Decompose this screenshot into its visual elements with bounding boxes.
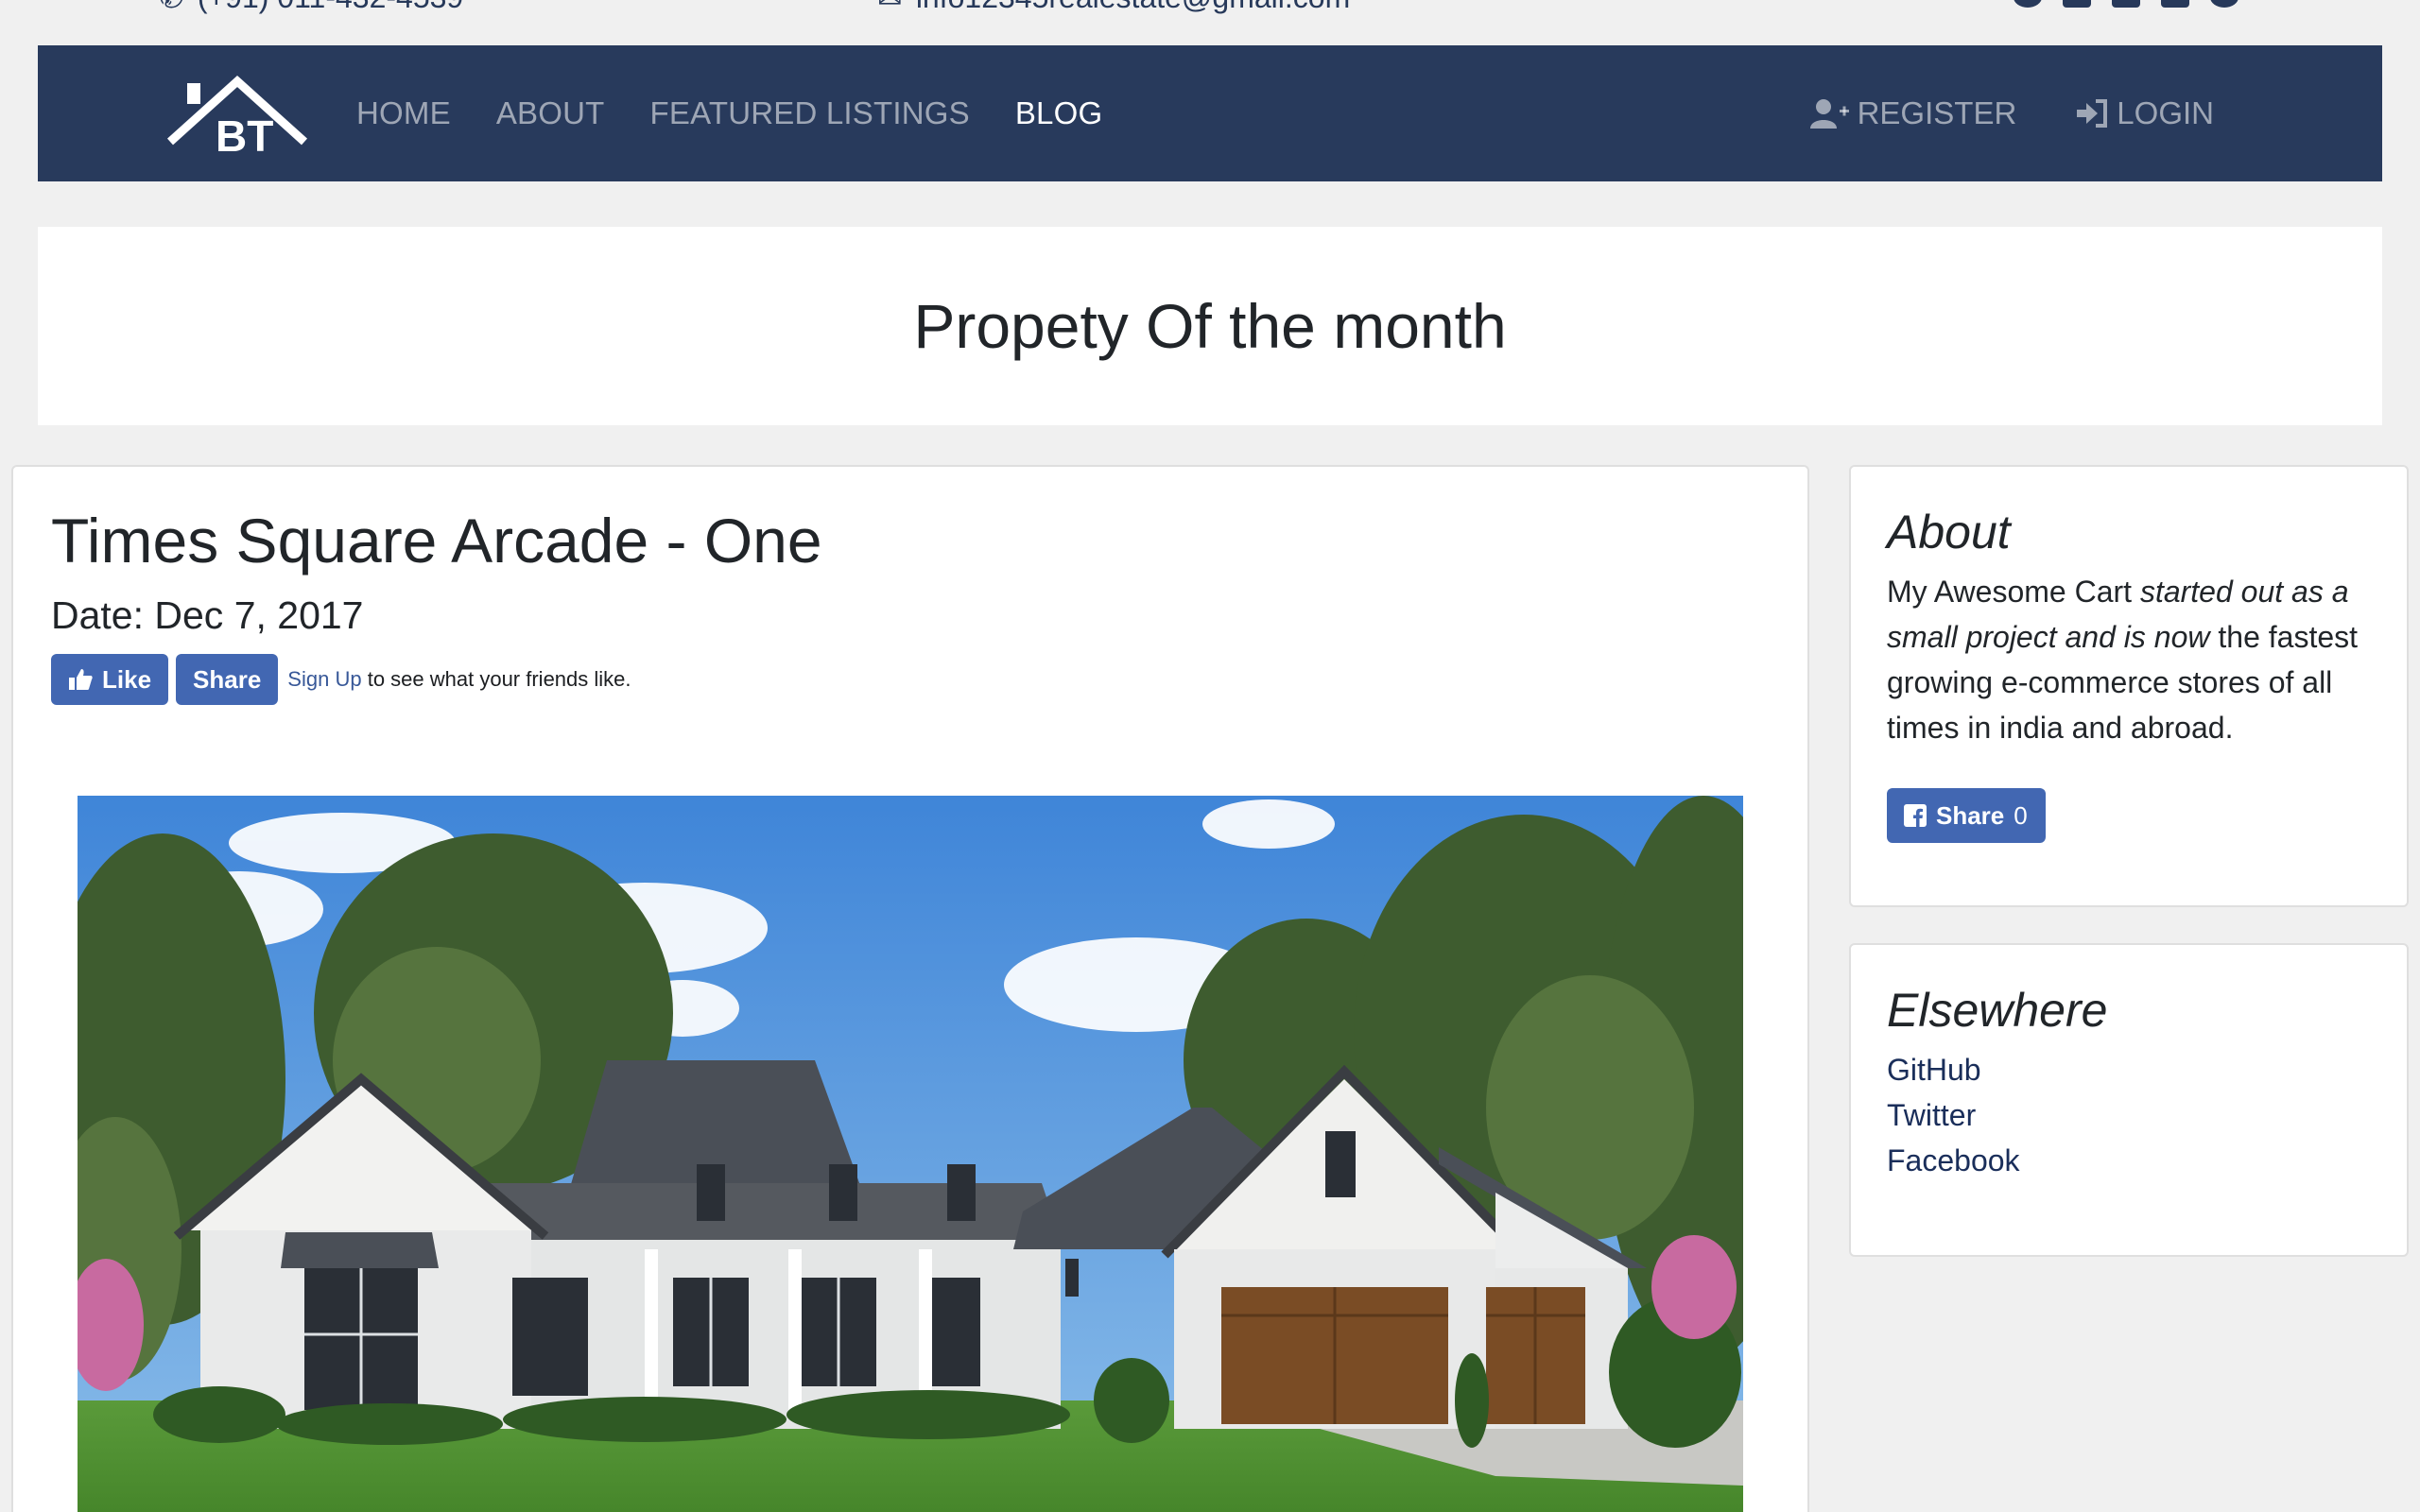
sign-in-icon [2077,99,2108,128]
login-link[interactable]: LOGIN [2075,95,2214,131]
elsewhere-card: Elsewhere GitHub Twitter Facebook [1849,943,2409,1257]
nav-about[interactable]: ABOUT [496,95,605,131]
phone-icon: ✆ [159,0,184,15]
facebook-icon [1904,804,1927,827]
blog-post-card: Times Square Arcade - One Date: Dec 7, 2… [11,465,1809,1512]
elsewhere-heading: Elsewhere [1887,984,2108,1037]
twitter-link[interactable]: Twitter [1887,1092,2371,1138]
instagram-icon[interactable] [2161,0,2189,8]
fb-signup-text: to see what your friends like. [367,667,631,691]
register-label: REGISTER [1857,95,2017,130]
phone-contact: ✆ (+91) 011-432-4539 [159,0,463,15]
facebook-like-widget: Like Share Sign Up to see what your frie… [51,654,631,705]
logo-text: BT [216,112,273,153]
social-links [2014,0,2238,8]
main-navbar: BT HOME ABOUT FEATURED LISTINGS BLOG REG… [38,45,2382,181]
nav-featured-listings[interactable]: FEATURED LISTINGS [650,95,970,131]
nav-home[interactable]: HOME [356,95,451,131]
fb-like-label: Like [102,664,152,694]
fb-share-count: 0 [2014,800,2028,830]
fb-share-label: Share [1936,800,2005,830]
fb-share-label: Share [193,664,262,694]
site-logo[interactable]: BT [166,74,308,153]
property-image [78,796,1743,1512]
fb-share-button[interactable]: Share [176,654,279,705]
register-link[interactable]: REGISTER [1809,95,2017,131]
phone-number: (+91) 011-432-4539 [198,0,463,15]
envelope-icon: ✉ [877,0,903,15]
nav-auth: REGISTER LOGIN [1809,45,2214,181]
github-link[interactable]: GitHub [1887,1047,2371,1092]
fb-signup-note: Sign Up to see what your friends like. [287,667,631,692]
email-contact: ✉ info12345realestate@gmail.com [877,0,1350,15]
email-address: info12345realestate@gmail.com [916,0,1350,15]
skype-icon[interactable] [2014,0,2042,8]
about-card: About My Awesome Cart started out as a s… [1849,465,2409,907]
pinterest-icon[interactable] [2210,0,2238,8]
linkedin-icon[interactable] [2112,0,2140,8]
fb-signup-link[interactable]: Sign Up [287,667,361,691]
fb-like-button[interactable]: Like [51,654,169,705]
about-heading: About [1887,506,2011,558]
post-date: Date: Dec 7, 2017 [51,593,364,637]
about-text-part: My Awesome Cart [1887,575,2140,609]
about-text: My Awesome Cart started out as a small p… [1887,569,2371,750]
fb-share-count-button[interactable]: Share 0 [1887,788,2046,843]
facebook-icon[interactable] [2063,0,2091,8]
top-info-bar: ✆ (+91) 011-432-4539 ✉ info12345realesta… [0,0,2420,45]
login-label: LOGIN [2117,95,2214,130]
facebook-link[interactable]: Facebook [1887,1138,2371,1183]
user-plus-icon [1809,99,1849,129]
nav-blog[interactable]: BLOG [1015,95,1103,131]
page-title: Propety Of the month [913,291,1507,361]
post-title: Times Square Arcade - One [51,506,822,576]
nav-links: HOME ABOUT FEATURED LISTINGS BLOG [356,45,1148,181]
hero-banner: Propety Of the month [38,227,2382,425]
thumbs-up-icon [69,669,93,690]
